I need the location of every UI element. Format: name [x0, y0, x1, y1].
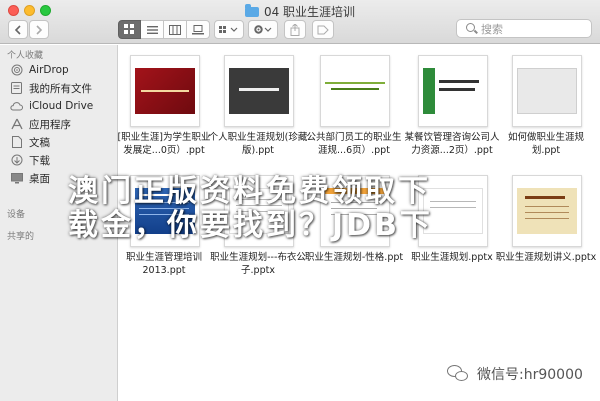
- file-item[interactable]: 如何做职业生涯规划.ppt: [503, 55, 589, 165]
- file-name: 职业生涯管理培训2013.ppt: [125, 252, 202, 276]
- action-button[interactable]: [248, 20, 278, 39]
- view-gallery-button[interactable]: [187, 20, 210, 39]
- file-thumbnail: [320, 55, 390, 127]
- sidebar-item-desktop[interactable]: 桌面: [10, 170, 50, 186]
- back-button[interactable]: [8, 20, 28, 39]
- sidebar-item-label: 桌面: [29, 172, 50, 185]
- window-title-text: 04 职业生涯培训: [263, 5, 356, 19]
- sidebar-item-all-files[interactable]: 我的所有文件: [10, 80, 92, 96]
- share-button[interactable]: [284, 20, 306, 39]
- watermark-overlay-line2: 载金，你要找到？JDB下: [68, 208, 433, 243]
- finder-window: 04 职业生涯培训 搜索 个人收藏 AirDrop 我的所有文件 iCloud …: [0, 0, 600, 401]
- download-icon: [10, 154, 23, 167]
- columns-icon: [169, 24, 181, 35]
- view-column-button[interactable]: [164, 20, 187, 39]
- file-item[interactable]: 某餐饮管理咨询公司人力资源...2页）.ppt: [404, 55, 500, 165]
- file-item[interactable]: [职业生涯]为学生职业发展定...0页）.ppt: [118, 55, 210, 165]
- sidebar-item-downloads[interactable]: 下载: [10, 152, 50, 168]
- sidebar-item-applications[interactable]: 应用程序: [10, 116, 71, 132]
- sidebar-item-label: 下载: [29, 154, 50, 167]
- file-name: 职业生涯规划讲义.pptx: [495, 252, 597, 263]
- wechat-icon: [447, 365, 469, 383]
- tag-icon: [317, 25, 329, 34]
- grid-icon: [124, 24, 134, 34]
- sidebar-item-label: 应用程序: [29, 118, 71, 131]
- search-field[interactable]: 搜索: [456, 19, 592, 38]
- view-icon-button[interactable]: [118, 20, 141, 39]
- share-icon: [290, 23, 300, 36]
- view-mode-group: [118, 20, 210, 39]
- file-item[interactable]: 个人职业生涯规划(珍藏版).ppt: [209, 55, 307, 165]
- file-name: 职业生涯规划-性格.ppt: [304, 252, 404, 263]
- file-item[interactable]: 公共部门员工的职业生涯规...6页）.ppt: [306, 55, 402, 165]
- file-name: [职业生涯]为学生职业发展定...0页）.ppt: [117, 132, 211, 156]
- airdrop-icon: [10, 64, 23, 77]
- cloud-icon: [10, 100, 23, 113]
- file-name: 职业生涯规划---布衣公子.pptx: [210, 252, 306, 276]
- file-thumbnail: [224, 55, 294, 127]
- view-list-button[interactable]: [141, 20, 164, 39]
- chevron-right-icon: [36, 24, 43, 35]
- file-thumbnail: [130, 55, 200, 127]
- file-name: 公共部门员工的职业生涯规...6页）.ppt: [306, 132, 402, 156]
- file-name: 如何做职业生涯规划.ppt: [507, 132, 584, 156]
- documents-icon: [10, 136, 23, 149]
- tags-button[interactable]: [312, 20, 334, 39]
- sidebar-item-label: 文稿: [29, 136, 50, 149]
- window-title: 04 职业生涯培训: [0, 3, 600, 20]
- sidebar-item-label: AirDrop: [29, 64, 69, 76]
- all-files-icon: [10, 82, 23, 95]
- forward-button[interactable]: [29, 20, 49, 39]
- search-icon: [466, 23, 475, 32]
- sidebar-item-airdrop[interactable]: AirDrop: [10, 62, 69, 78]
- file-name: 个人职业生涯规划(珍藏版).ppt: [208, 132, 308, 156]
- sidebar-header-devices: 设备: [7, 210, 26, 220]
- sidebar-item-icloud-drive[interactable]: iCloud Drive: [10, 98, 93, 114]
- gear-icon: [254, 25, 272, 34]
- sidebar-item-label: iCloud Drive: [29, 100, 94, 112]
- wechat-id: 微信号:hr90000: [477, 367, 583, 383]
- file-thumbnail: [418, 55, 488, 127]
- applications-icon: [10, 118, 23, 131]
- search-placeholder: 搜索: [481, 22, 503, 36]
- file-thumbnail: [512, 175, 582, 247]
- file-name: 职业生涯规划.pptx: [411, 252, 493, 263]
- list-icon: [146, 25, 158, 34]
- sidebar-header-favorites: 个人收藏: [7, 51, 44, 61]
- gallery-icon: [192, 24, 204, 34]
- sidebar-item-label: 我的所有文件: [29, 82, 92, 95]
- arrange-icon: [219, 25, 238, 33]
- file-thumbnail: [512, 55, 582, 127]
- arrange-button[interactable]: [214, 20, 244, 39]
- sidebar-header-shared: 共享的: [7, 232, 35, 242]
- file-item[interactable]: 职业生涯规划讲义.pptx: [496, 175, 596, 285]
- sidebar-item-documents[interactable]: 文稿: [10, 134, 50, 150]
- chevron-left-icon: [14, 24, 21, 35]
- desktop-icon: [10, 172, 23, 185]
- wechat-watermark: 微信号:hr90000: [447, 364, 583, 384]
- folder-icon: [244, 4, 259, 17]
- file-name: 某餐饮管理咨询公司人力资源...2页）.ppt: [404, 132, 500, 156]
- toolbar: 04 职业生涯培训 搜索: [0, 0, 600, 44]
